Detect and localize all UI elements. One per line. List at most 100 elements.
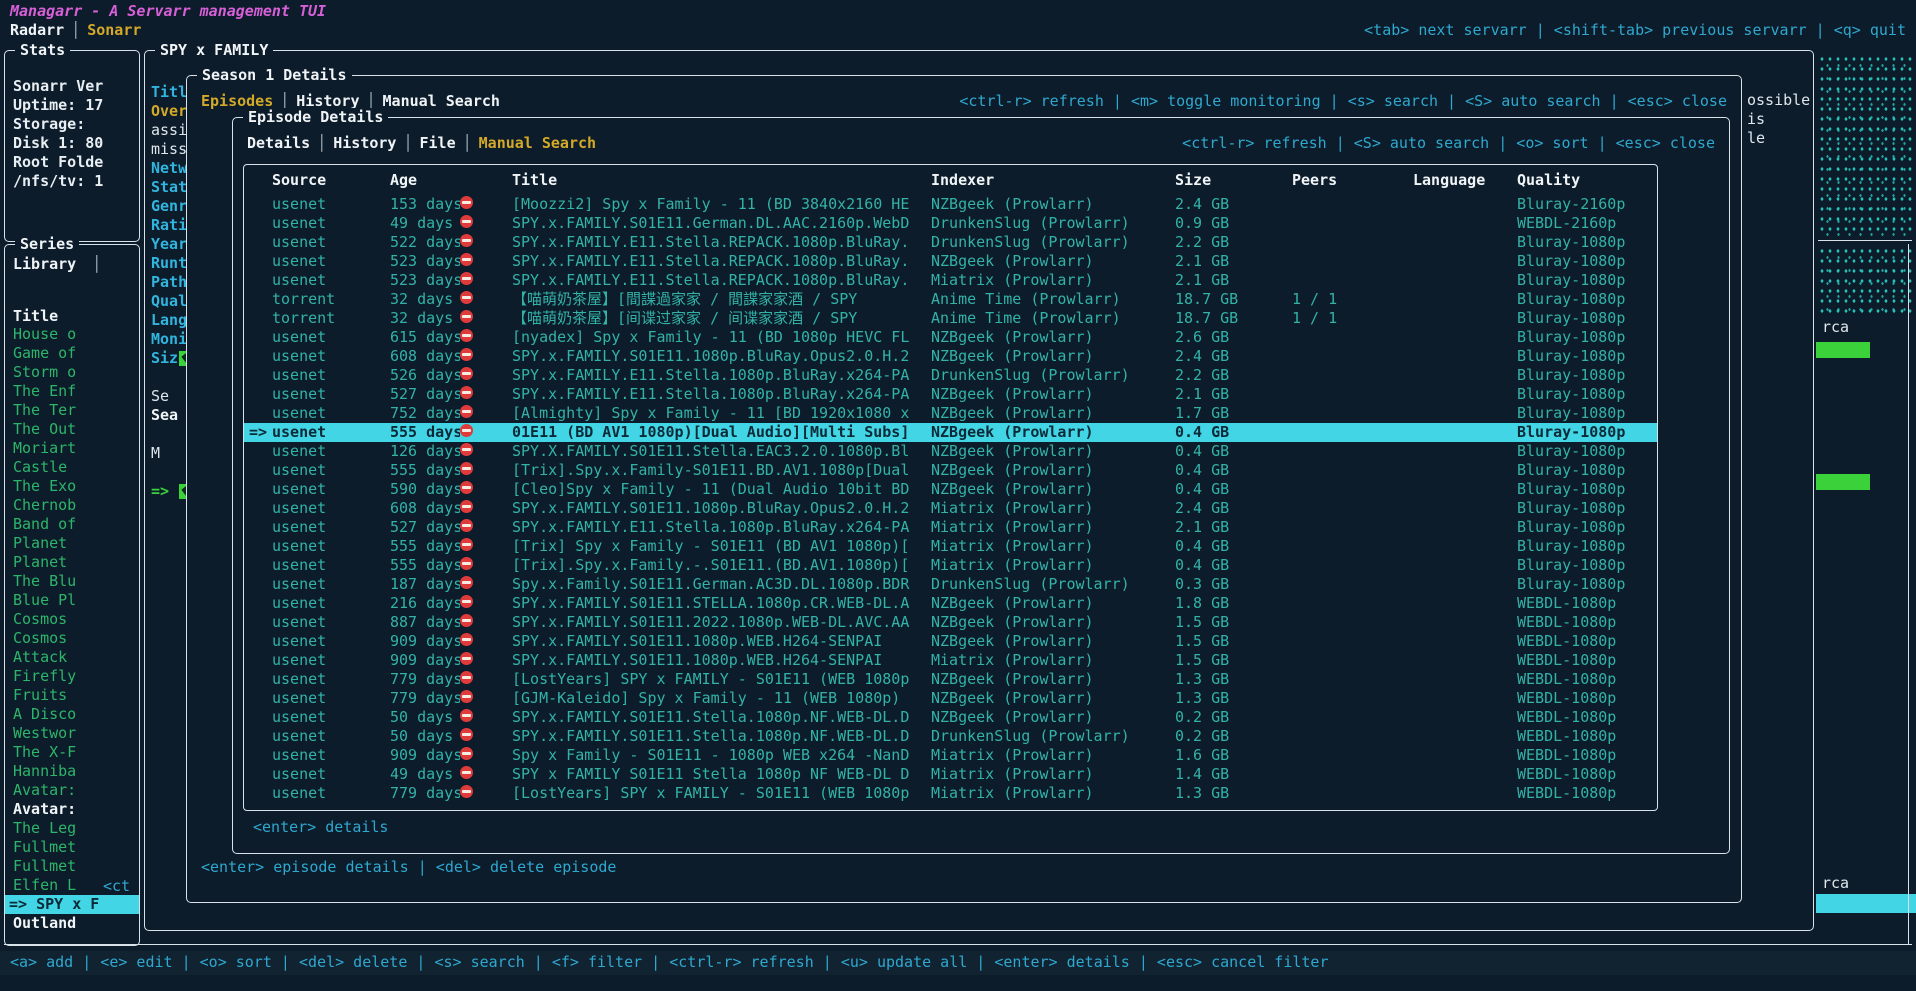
series-item-fullmet[interactable]: Fullmet [5, 838, 139, 857]
library-tab[interactable]: Library │ [13, 255, 108, 274]
series-item-the-enf[interactable]: The Enf [5, 382, 139, 401]
season-tab-manual-search[interactable]: Manual Search [383, 92, 500, 111]
series-item-cosmos[interactable]: Cosmos [5, 610, 139, 629]
release-source: usenet [272, 385, 390, 404]
release-row[interactable]: =>usenet555 days01E11 (BD AV1 1080p)[Dua… [244, 423, 1657, 442]
release-row[interactable]: =>usenet522 daysSPY.x.FAMILY.E11.Stella.… [244, 233, 1657, 252]
series-item-outland[interactable]: Outland [5, 914, 139, 933]
release-row[interactable]: =>usenet527 daysSPY.x.FAMILY.E11.Stella.… [244, 385, 1657, 404]
release-row[interactable]: =>usenet752 days[Almighty] Spy x Family … [244, 404, 1657, 423]
release-indexer: Miatrix (Prowlarr) [931, 651, 1175, 670]
series-item-attack[interactable]: Attack [5, 648, 139, 667]
series-item-blue-pl[interactable]: Blue Pl [5, 591, 139, 610]
release-row[interactable]: =>usenet615 days[nyadex] Spy x Family - … [244, 328, 1657, 347]
series-item-hanniba[interactable]: Hanniba [5, 762, 139, 781]
rejected-icon [460, 785, 473, 798]
release-source: torrent [272, 290, 390, 309]
series-item-spy-x-f[interactable]: => SPY x F [5, 895, 139, 914]
release-row[interactable]: =>usenet50 daysSPY.x.FAMILY.S01E11.Stell… [244, 708, 1657, 727]
release-row[interactable]: =>usenet187 daysSpy.x.Family.S01E11.Germ… [244, 575, 1657, 594]
release-row[interactable]: =>usenet50 daysSPY.x.FAMILY.S01E11.Stell… [244, 727, 1657, 746]
rejected-icon [460, 310, 473, 323]
series-item-avatar[interactable]: Avatar: [5, 800, 139, 819]
release-size: 2.6 GB [1175, 328, 1292, 347]
episode-tab-history[interactable]: History [333, 134, 396, 153]
clipped-text: Ratin [151, 216, 189, 235]
release-row[interactable]: =>usenet555 days[Trix] Spy x Family - S0… [244, 537, 1657, 556]
release-row[interactable]: =>usenet153 days[Moozzi2] Spy x Family -… [244, 195, 1657, 214]
release-title: [LostYears] SPY x FAMILY - S01E11 (WEB 1… [512, 670, 931, 689]
release-rejected-cell [460, 404, 512, 423]
series-item-planet[interactable]: Planet [5, 553, 139, 572]
stat-line: /nfs/tv: 1 [5, 172, 139, 191]
release-row[interactable]: =>usenet887 daysSPY.x.FAMILY.S01E11.2022… [244, 613, 1657, 632]
series-item-the-blu[interactable]: The Blu [5, 572, 139, 591]
release-row[interactable]: =>usenet555 days[Trix].Spy.x.Family-S01E… [244, 461, 1657, 480]
release-age: 527 days [390, 518, 460, 537]
series-panel-title: Series [15, 235, 79, 254]
episode-tab-manual-search[interactable]: Manual Search [479, 134, 596, 153]
release-row[interactable]: =>usenet126 daysSPY.X.FAMILY.S01E11.Stel… [244, 442, 1657, 461]
release-row[interactable]: =>usenet909 daysSPY.x.FAMILY.S01E11.1080… [244, 632, 1657, 651]
series-item-fruits[interactable]: Fruits [5, 686, 139, 705]
episode-tabs-row: Details│History│File│Manual Search <ctrl… [247, 134, 1715, 153]
series-item-house-o[interactable]: House o [5, 325, 139, 344]
tab-radarr[interactable]: Radarr [10, 21, 64, 40]
release-indexer: DrunkenSlug (Prowlarr) [931, 575, 1175, 594]
series-item-fullmet[interactable]: Fullmet [5, 857, 139, 876]
series-item-a-disco[interactable]: A Disco [5, 705, 139, 724]
release-row[interactable]: =>usenet523 daysSPY.x.FAMILY.E11.Stella.… [244, 252, 1657, 271]
series-item-avatar[interactable]: Avatar: [5, 781, 139, 800]
rejected-icon [460, 747, 473, 760]
release-age: 523 days [390, 271, 460, 290]
tab-sonarr[interactable]: Sonarr [87, 21, 141, 40]
release-row[interactable]: =>usenet49 daysSPY.x.FAMILY.S01E11.Germa… [244, 214, 1657, 233]
series-item-the-leg[interactable]: The Leg [5, 819, 139, 838]
release-row[interactable]: =>usenet555 days[Trix].Spy.x.Family.-.S0… [244, 556, 1657, 575]
release-rejected-cell [460, 480, 512, 499]
release-indexer: Miatrix (Prowlarr) [931, 765, 1175, 784]
release-row[interactable]: =>torrent32 days【喵萌奶茶屋】[間諜過家家 / 間諜家家酒 / … [244, 290, 1657, 309]
series-item-chernob[interactable]: Chernob [5, 496, 139, 515]
series-item-planet[interactable]: Planet [5, 534, 139, 553]
series-item-moriart[interactable]: Moriart [5, 439, 139, 458]
series-item-the-ter[interactable]: The Ter [5, 401, 139, 420]
series-item-the-x-f[interactable]: The X-F [5, 743, 139, 762]
series-item-firefly[interactable]: Firefly [5, 667, 139, 686]
release-title: SPY.x.FAMILY.S01E11.German.DL.AAC.2160p.… [512, 214, 931, 233]
release-row[interactable]: =>usenet527 daysSPY.x.FAMILY.E11.Stella.… [244, 518, 1657, 537]
series-item-castle[interactable]: Castle [5, 458, 139, 477]
release-row[interactable]: =>usenet779 days[GJM-Kaleido] Spy x Fami… [244, 689, 1657, 708]
release-indexer: NZBgeek (Prowlarr) [931, 461, 1175, 480]
series-item-band-of[interactable]: Band of [5, 515, 139, 534]
series-item-westwor[interactable]: Westwor [5, 724, 139, 743]
release-size: 0.4 GB [1175, 480, 1292, 499]
release-row[interactable]: =>usenet909 daysSPY.x.FAMILY.S01E11.1080… [244, 651, 1657, 670]
series-item-storm-o[interactable]: Storm o [5, 363, 139, 382]
release-row[interactable]: =>usenet49 daysSPY x FAMILY S01E11 Stell… [244, 765, 1657, 784]
release-rejected-cell [460, 233, 512, 252]
release-row[interactable]: =>usenet779 days[LostYears] SPY x FAMILY… [244, 670, 1657, 689]
release-row[interactable]: =>usenet909 daysSpy x Family - S01E11 - … [244, 746, 1657, 765]
release-row[interactable]: =>usenet608 daysSPY.x.FAMILY.S01E11.1080… [244, 499, 1657, 518]
base-right-border [1908, 244, 1909, 944]
release-row[interactable]: =>usenet590 days[Cleo]Spy x Family - 11 … [244, 480, 1657, 499]
release-age: 522 days [390, 233, 460, 252]
release-quality: Bluray-1080p [1517, 271, 1657, 290]
release-age: 779 days [390, 784, 460, 803]
series-item-the-out[interactable]: The Out [5, 420, 139, 439]
episode-tab-details[interactable]: Details [247, 134, 310, 153]
release-row[interactable]: =>usenet526 daysSPY.x.FAMILY.E11.Stella.… [244, 366, 1657, 385]
release-row[interactable]: =>usenet779 days[LostYears] SPY x FAMILY… [244, 784, 1657, 803]
series-item-game-of[interactable]: Game of [5, 344, 139, 363]
release-row[interactable]: =>usenet216 daysSPY.x.FAMILY.S01E11.STEL… [244, 594, 1657, 613]
release-size: 1.7 GB [1175, 404, 1292, 423]
episode-tab-file[interactable]: File [420, 134, 456, 153]
release-row[interactable]: =>usenet523 daysSPY.x.FAMILY.E11.Stella.… [244, 271, 1657, 290]
episode-help: <ctrl-r> refresh | <S> auto search | <o>… [1182, 134, 1715, 153]
series-item-the-exo[interactable]: The Exo [5, 477, 139, 496]
release-row[interactable]: =>torrent32 days【喵萌奶茶屋】[间谍过家家 / 间谍家家酒 / … [244, 309, 1657, 328]
series-item-cosmos[interactable]: Cosmos [5, 629, 139, 648]
release-row[interactable]: =>usenet608 daysSPY.x.FAMILY.S01E11.1080… [244, 347, 1657, 366]
release-size: 1.3 GB [1175, 670, 1292, 689]
